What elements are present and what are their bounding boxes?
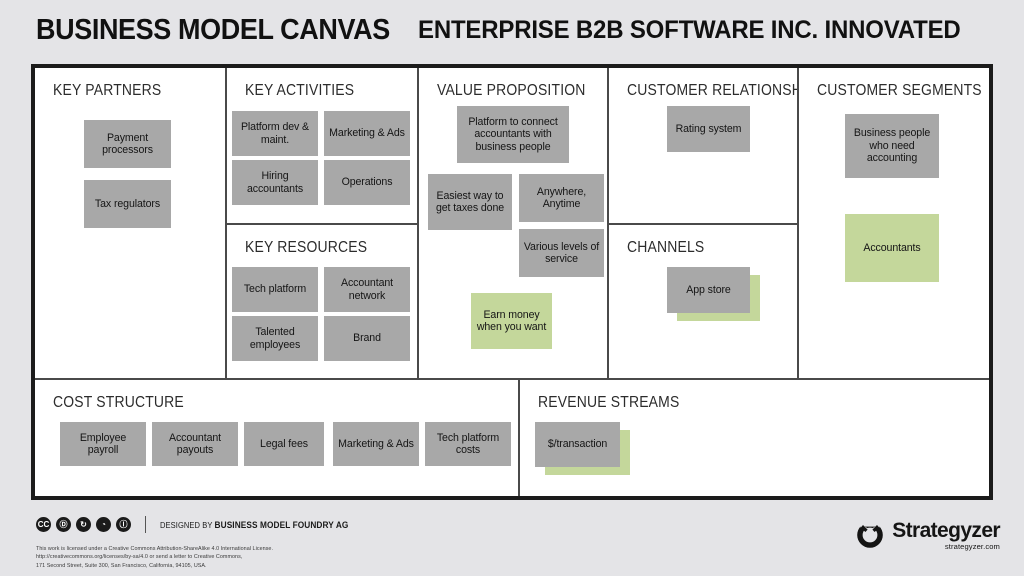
cc-sharealike-icon[interactable]: ↻ — [76, 517, 91, 532]
license-badges-row: CC Ⓓ ↻ ◔ Ⓘ DESIGNED BY BUSINESS MODEL FO… — [36, 516, 365, 533]
block-title-cost-structure: COST STRUCTURE — [53, 394, 184, 411]
business-model-canvas-page: BUSINESS MODEL CANVAS ENTERPRISE B2B SOF… — [0, 0, 1024, 576]
card-app-store[interactable]: App store — [667, 267, 750, 313]
strategyzer-name: Strategyzer — [892, 519, 1000, 542]
card-tax-regulators[interactable]: Tax regulators — [84, 180, 171, 228]
card-various-levels-of-service[interactable]: Various levels of service — [519, 229, 604, 277]
card-brand[interactable]: Brand — [324, 316, 410, 361]
block-cost-structure: COST STRUCTURE Employee payroll Accounta… — [35, 380, 518, 496]
block-channels: CHANNELS App store — [609, 225, 797, 378]
cc-icon[interactable]: CC — [36, 517, 51, 532]
block-title-key-activities: KEY ACTIVITIES — [245, 82, 355, 99]
block-title-value-proposition: VALUE PROPOSITION — [437, 82, 586, 99]
license-text: This work is licensed under a Creative C… — [36, 546, 274, 569]
page-header: BUSINESS MODEL CANVAS ENTERPRISE B2B SOF… — [0, 14, 1024, 56]
card-anywhere-anytime[interactable]: Anywhere, Anytime — [519, 174, 604, 222]
card-payment-processors[interactable]: Payment processors — [84, 120, 171, 168]
block-title-key-resources: KEY RESOURCES — [245, 239, 368, 256]
block-value-proposition: VALUE PROPOSITION Platform to connect ac… — [419, 68, 607, 378]
card-hiring-accountants[interactable]: Hiring accountants — [232, 160, 318, 205]
card-marketing-ads-activity[interactable]: Marketing & Ads — [324, 111, 410, 156]
card-dollar-per-transaction[interactable]: $/transaction — [535, 422, 620, 467]
card-tech-platform[interactable]: Tech platform — [232, 267, 318, 312]
card-business-people-who-need-accounting[interactable]: Business people who need accounting — [845, 114, 939, 178]
card-tech-platform-costs[interactable]: Tech platform costs — [425, 422, 511, 466]
block-key-activities: KEY ACTIVITIES Platform dev & maint. Mar… — [227, 68, 417, 223]
strategyzer-logo-icon — [855, 520, 885, 550]
block-title-key-partners: KEY PARTNERS — [53, 82, 162, 99]
card-talented-employees[interactable]: Talented employees — [232, 316, 318, 361]
card-platform-to-connect[interactable]: Platform to connect accountants with bus… — [457, 106, 569, 163]
cc-copy-icon[interactable]: Ⓓ — [56, 517, 71, 532]
cc-remix-icon[interactable]: ◔ — [96, 517, 111, 532]
card-earn-money-when-you-want[interactable]: Earn money when you want — [471, 293, 552, 349]
card-accountants[interactable]: Accountants — [845, 214, 939, 282]
canvas-frame: KEY PARTNERS Payment processors Tax regu… — [31, 64, 993, 500]
block-customer-segments: CUSTOMER SEGMENTS Business people who ne… — [799, 68, 989, 378]
page-subtitle: ENTERPRISE B2B SOFTWARE INC. INNOVATED — [418, 16, 961, 44]
strategyzer-url: strategyzer.com — [944, 542, 1000, 551]
card-accountant-network[interactable]: Accountant network — [324, 267, 410, 312]
block-title-customer-relationships: CUSTOMER RELATIONSHIPS — [627, 82, 797, 99]
card-rating-system[interactable]: Rating system — [667, 106, 750, 152]
footer-divider — [145, 516, 146, 533]
card-operations[interactable]: Operations — [324, 160, 410, 205]
card-employee-payroll[interactable]: Employee payroll — [60, 422, 146, 466]
block-revenue-streams: REVENUE STREAMS $/transaction — [520, 380, 989, 496]
strategyzer-wordmark: Strategyzer strategyzer.com — [892, 520, 1000, 551]
canvas-grid: KEY PARTNERS Payment processors Tax regu… — [35, 68, 989, 496]
page-footer: CC Ⓓ ↻ ◔ Ⓘ DESIGNED BY BUSINESS MODEL FO… — [0, 508, 1024, 576]
card-platform-dev-maint[interactable]: Platform dev & maint. — [232, 111, 318, 156]
block-customer-relationships: CUSTOMER RELATIONSHIPS Rating system — [609, 68, 797, 223]
page-title: BUSINESS MODEL CANVAS — [36, 14, 390, 46]
designed-by-label: DESIGNED BY BUSINESS MODEL FOUNDRY AG — [160, 520, 348, 530]
strategyzer-brand[interactable]: Strategyzer strategyzer.com — [855, 520, 1001, 551]
cc-by-icon[interactable]: Ⓘ — [116, 517, 131, 532]
card-legal-fees[interactable]: Legal fees — [244, 422, 324, 466]
block-title-revenue-streams: REVENUE STREAMS — [538, 394, 680, 411]
designed-by-name: BUSINESS MODEL FOUNDRY AG — [214, 519, 349, 530]
card-marketing-ads-cost[interactable]: Marketing & Ads — [333, 422, 419, 466]
designed-by-prefix: DESIGNED BY — [160, 520, 215, 530]
card-easiest-way-taxes[interactable]: Easiest way to get taxes done — [428, 174, 512, 230]
block-title-channels: CHANNELS — [627, 239, 705, 256]
block-key-partners: KEY PARTNERS Payment processors Tax regu… — [35, 68, 225, 378]
block-title-customer-segments: CUSTOMER SEGMENTS — [817, 82, 982, 99]
block-key-resources: KEY RESOURCES Tech platform Accountant n… — [227, 225, 417, 378]
card-accountant-payouts[interactable]: Accountant payouts — [152, 422, 238, 466]
